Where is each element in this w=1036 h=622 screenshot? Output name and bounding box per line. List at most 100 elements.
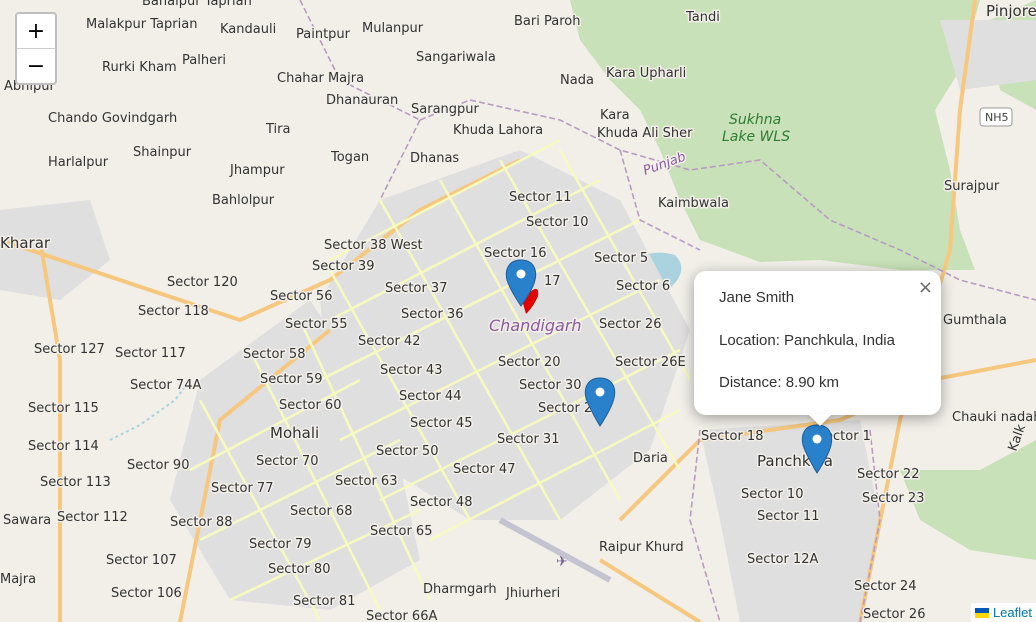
label-banalpur: Banalpur Taprian (142, 0, 252, 9)
label-sector-56: Sector 56 (270, 289, 332, 304)
label-sector-10p: Sector 10 (741, 487, 803, 502)
label-raipur-khurd: Raipur Khurd (599, 540, 684, 555)
popup-tip (808, 414, 832, 426)
zoom-control: + − (15, 12, 57, 85)
urban-pinjore (940, 20, 1036, 90)
label-surajpur: Surajpur (944, 179, 1000, 194)
label-sector-70: Sector 70 (256, 454, 318, 469)
label-sector-44: Sector 44 (399, 389, 461, 404)
label-sector-28: Sector 2 (538, 401, 592, 416)
label-sector-37: Sector 37 (385, 281, 447, 296)
label-kaimbwala: Kaimbwala (658, 196, 729, 211)
airport-runway (498, 517, 612, 583)
popup-distance: Distance: 8.90 km (719, 374, 840, 391)
label-sector-24: Sector 24 (854, 579, 916, 594)
label-gumthala: Gumthala (943, 313, 1007, 328)
label-bahlolpur: Bahlolpur (212, 193, 275, 208)
label-sector-47: Sector 47 (453, 462, 515, 477)
label-sector-88: Sector 88 (170, 515, 232, 530)
label-dhanas: Dhanas (410, 151, 459, 166)
label-sector-45: Sector 45 (410, 416, 472, 431)
leaflet-link[interactable]: Leaflet (993, 605, 1032, 620)
label-majra: Majra (0, 572, 36, 587)
label-sector-36: Sector 36 (401, 307, 463, 322)
label-tandi: Tandi (685, 10, 720, 25)
label-sector-48: Sector 48 (410, 495, 472, 510)
label-sector-10: Sector 10 (526, 215, 588, 230)
label-sangariwala: Sangariwala (416, 50, 496, 65)
label-kandauli: Kandauli (220, 22, 276, 37)
label-sector-30: Sector 30 (519, 378, 581, 393)
label-shainpur: Shainpur (133, 145, 192, 160)
label-sector-74a: Sector 74A (130, 378, 201, 393)
label-sector-106: Sector 106 (111, 586, 182, 601)
label-chahar-majra: Chahar Majra (277, 71, 364, 86)
label-harlalpur: Harlalpur (48, 155, 109, 170)
label-sector-127: Sector 127 (34, 342, 105, 357)
label-mohali: Mohali (270, 424, 319, 442)
label-sector-22: Sector 22 (857, 467, 919, 482)
label-sector-55: Sector 55 (285, 317, 347, 332)
label-sarangpur: Sarangpur (411, 102, 480, 117)
label-sector-5: Sector 5 (594, 251, 648, 266)
label-chando-govindgarh: Chando Govindgarh (48, 111, 177, 126)
label-sector-26p: Sector 26 (863, 607, 925, 622)
label-sector-68: Sector 68 (290, 504, 352, 519)
label-togan: Togan (330, 150, 369, 165)
label-sector-60: Sector 60 (279, 398, 341, 413)
label-sector-43: Sector 43 (380, 363, 442, 378)
label-daria: Daria (633, 451, 668, 466)
label-sector-63: Sector 63 (335, 474, 397, 489)
label-sector-12a: Sector 12A (747, 552, 818, 567)
label-sector-80: Sector 80 (268, 562, 330, 577)
zoom-out-button[interactable]: − (17, 48, 55, 83)
label-paintpur: Paintpur (296, 27, 351, 42)
label-sector-66a: Sector 66A (366, 609, 437, 622)
label-sector-39: Sector 39 (312, 259, 374, 274)
popup-name: Jane Smith (719, 289, 795, 306)
label-sector-79: Sector 79 (249, 537, 311, 552)
label-sector-16: Sector 16 (484, 246, 546, 261)
label-lake-wls: Lake WLS (722, 129, 790, 145)
label-sector-26e: Sector 26E (615, 355, 686, 370)
label-bari-paroh: Bari Paroh (514, 14, 580, 29)
marker-popup: × Jane Smith Location: Panchkula, India … (694, 271, 941, 415)
label-sector-81: Sector 81 (293, 594, 355, 609)
label-sector-42: Sector 42 (358, 334, 420, 349)
label-malakpur: Malakpur Taprian (86, 17, 197, 32)
label-sawara: Sawara (3, 513, 51, 528)
label-sector-114: Sector 114 (28, 439, 99, 454)
attribution: Leaflet (970, 603, 1036, 622)
label-sector-65: Sector 65 (370, 524, 432, 539)
label-sector-11p: Sector 11 (757, 509, 819, 524)
label-sector-18: Sector 18 (701, 429, 763, 444)
ukraine-flag-icon (974, 607, 989, 618)
label-sector-77: Sector 77 (211, 481, 273, 496)
label-khuda-ali-sher: Khuda Ali Sher (597, 126, 693, 141)
label-mulanpur: Mulanpur (362, 21, 424, 36)
label-sector-115: Sector 115 (28, 401, 99, 416)
label-sector-117: Sector 117 (115, 346, 186, 361)
zoom-in-button[interactable]: + (17, 14, 55, 48)
label-sector-38-west: Sector 38 West (324, 238, 423, 253)
label-dharmgarh: Dharmgarh (423, 582, 497, 597)
label-sector-50: Sector 50 (376, 444, 438, 459)
label-dhanauran: Dhanauran (326, 93, 398, 108)
label-sector-58: Sector 58 (243, 347, 305, 362)
label-sector-120: Sector 120 (167, 275, 238, 290)
label-sector-11: Sector 11 (509, 190, 571, 205)
label-kara-upharli: Kara Upharli (606, 66, 686, 81)
label-sector-113: Sector 113 (40, 475, 111, 490)
nh5-shield: NH5 (979, 107, 1013, 127)
label-sector-23: Sector 23 (862, 491, 924, 506)
label-nada: Nada (560, 73, 594, 88)
popup-close-button[interactable]: × (918, 277, 933, 298)
label-kharar: Kharar (0, 234, 51, 252)
label-sector-26: Sector 26 (599, 317, 661, 332)
label-pinjore: Pinjore (986, 2, 1036, 20)
label-jhampur: Jhampur (229, 163, 285, 178)
label-chauki-nadah: Chauki nadah (952, 410, 1036, 425)
label-sector-6: Sector 6 (616, 279, 670, 294)
map-container[interactable]: ✈ Banalpur Taprian Malakpur Taprian Kand… (0, 0, 1036, 622)
label-rurki: Rurki Kham (102, 60, 177, 75)
